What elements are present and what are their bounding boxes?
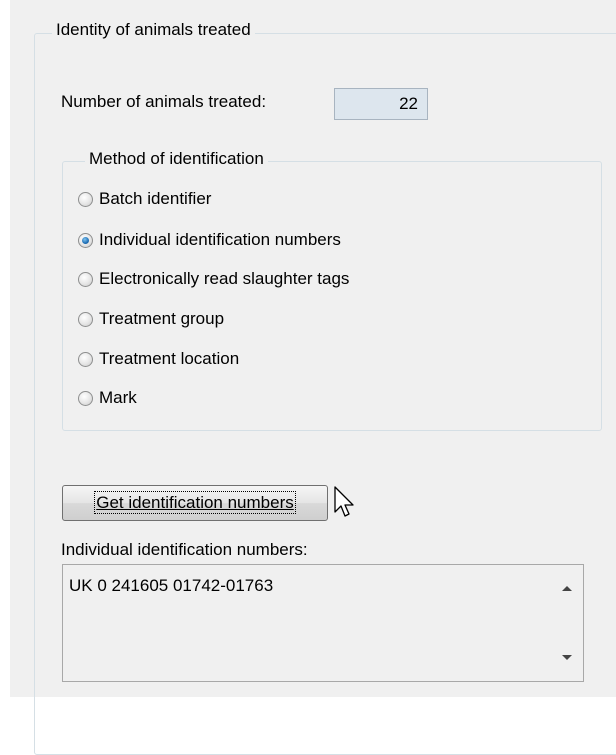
radio-batch-identifier[interactable]: Batch identifier: [78, 187, 211, 211]
radio-mark[interactable]: Mark: [78, 386, 137, 410]
identity-groupbox-title: Identity of animals treated: [52, 20, 255, 40]
radio-button-checked-icon[interactable]: [78, 232, 93, 248]
ids-textarea[interactable]: UK 0 241605 01742-01763: [62, 564, 584, 682]
get-identification-numbers-label: Get identification numbers: [94, 491, 296, 514]
radio-label: Electronically read slaughter tags: [99, 269, 350, 288]
radio-button-icon[interactable]: [78, 271, 93, 287]
radio-label: Treatment location: [99, 349, 240, 368]
animals-count-field[interactable]: 22: [334, 88, 428, 120]
radio-individual-identification-numbers[interactable]: Individual identification numbers: [78, 228, 341, 252]
radio-button-icon[interactable]: [78, 191, 93, 207]
ids-textarea-value: UK 0 241605 01742-01763: [69, 576, 274, 595]
radio-electronically-read-slaughter-tags[interactable]: Electronically read slaughter tags: [78, 267, 349, 291]
radio-button-icon[interactable]: [78, 351, 93, 367]
radio-label: Batch identifier: [99, 189, 212, 208]
radio-label: Treatment group: [99, 309, 225, 328]
scroll-down-arrow-icon[interactable]: [562, 655, 572, 660]
method-groupbox-title: Method of identification: [85, 149, 268, 169]
mouse-pointer-icon: [334, 486, 354, 517]
radio-treatment-location[interactable]: Treatment location: [78, 347, 239, 371]
radio-button-icon[interactable]: [78, 311, 93, 327]
radio-treatment-group[interactable]: Treatment group: [78, 307, 224, 331]
animals-count-label: Number of animals treated:: [61, 92, 267, 111]
radio-label: Mark: [99, 388, 137, 407]
scroll-up-arrow-icon[interactable]: [562, 586, 572, 591]
radio-button-icon[interactable]: [78, 390, 93, 406]
ids-field-label: Individual identification numbers:: [61, 540, 308, 559]
get-identification-numbers-button[interactable]: Get identification numbers: [62, 485, 328, 521]
ids-scrollbar[interactable]: [553, 565, 583, 681]
radio-label: Individual identification numbers: [99, 230, 341, 249]
